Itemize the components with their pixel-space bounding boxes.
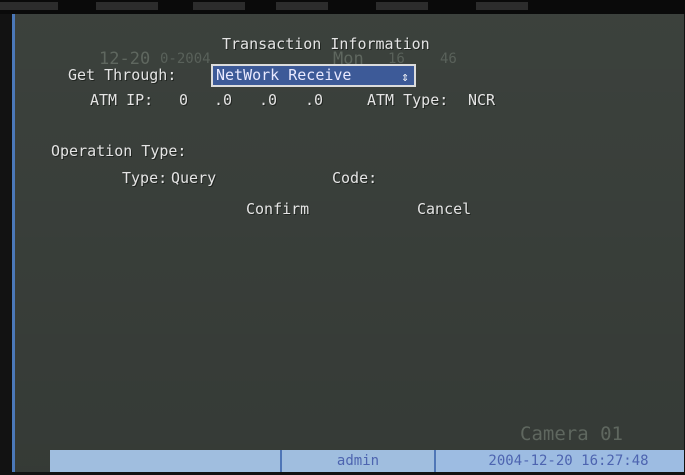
code-label: Code: — [332, 169, 378, 187]
date-time-value: 2004-12-20 16:27:48 — [488, 453, 649, 469]
camera-label: Camera 01 — [520, 423, 623, 445]
get-through-label: Get Through: — [68, 66, 177, 84]
top-border-strip — [0, 0, 685, 14]
atm-ip-octet-4[interactable]: .0 — [305, 91, 323, 109]
atm-ip-label: ATM IP: — [90, 91, 154, 109]
top-strip-segment — [96, 2, 158, 10]
background-date-overlay-mid: 0-2004 — [160, 51, 211, 67]
status-empty-cell — [50, 450, 280, 472]
dvr-menu-screen: 12-20 0-2004 Mon 16 46 Transaction Infor… — [12, 14, 684, 472]
get-through-select[interactable]: NetWork Receive ⇕ — [211, 64, 416, 87]
confirm-button[interactable]: Confirm — [246, 200, 309, 218]
type-value[interactable]: Query — [171, 169, 216, 187]
top-strip-segment — [193, 2, 245, 10]
atm-ip-octet-3[interactable]: .0 — [259, 91, 277, 109]
atm-type-value[interactable]: NCR — [468, 91, 495, 109]
atm-type-label: ATM Type: — [367, 91, 449, 109]
cancel-button[interactable]: Cancel — [417, 200, 471, 218]
top-strip-segment — [376, 2, 428, 10]
status-bar: admin 2004-12-20 16:27:48 — [50, 450, 684, 472]
atm-ip-octet-1[interactable]: 0 — [179, 91, 188, 109]
select-updown-icon: ⇕ — [401, 70, 409, 85]
get-through-selected-value: NetWork Receive — [216, 66, 352, 84]
type-label: Type: — [122, 169, 168, 187]
atm-ip-octet-2[interactable]: .0 — [214, 91, 232, 109]
status-divider — [434, 450, 436, 472]
user-status: admin — [336, 453, 380, 469]
top-strip-segment — [276, 2, 328, 10]
top-strip-segment — [476, 2, 528, 10]
top-strip-segment — [0, 2, 58, 10]
operation-type-label: Operation Type: — [51, 142, 187, 160]
date-time-cell: 2004-12-20 16:27:48 — [437, 450, 684, 472]
page-title: Transaction Information — [222, 35, 430, 53]
background-time-overlay-tail: 46 — [440, 51, 457, 67]
